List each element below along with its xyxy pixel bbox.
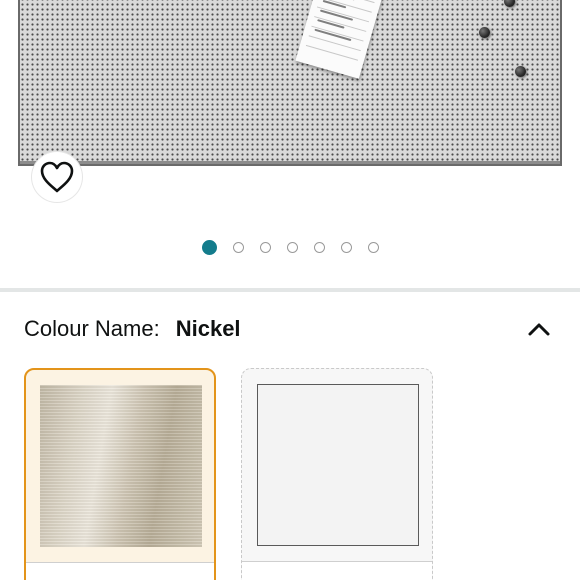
swatch-footer [242,562,432,580]
carousel-dot[interactable] [313,241,325,253]
carousel-dot[interactable] [259,241,271,253]
swatch-image [257,384,419,546]
product-detail-page: Colour Name: Nickel [0,0,580,580]
memo-note [295,0,390,79]
section-divider [0,288,580,292]
product-image-gallery[interactable] [0,0,580,255]
carousel-dot[interactable] [232,241,244,253]
swatch-nickel[interactable] [24,368,216,580]
variation-header: Colour Name: Nickel [24,312,556,346]
chevron-up-icon [528,323,550,336]
carousel-dot[interactable] [367,241,379,253]
magnet [479,27,490,38]
carousel-dot[interactable] [340,241,352,253]
collapse-variations-button[interactable] [522,312,556,346]
swatch-white[interactable] [241,368,433,580]
magnet [515,66,526,77]
image-carousel-indicator [0,237,580,257]
carousel-dot-active[interactable] [201,239,217,255]
board-frame [20,161,560,164]
add-to-wishlist-button[interactable] [32,152,82,202]
variation-label: Colour Name: [24,316,160,341]
swatch-image [40,385,202,547]
swatch-footer [26,563,214,580]
selected-variation-value: Nickel [175,316,241,341]
carousel-dot[interactable] [286,241,298,253]
product-image[interactable] [18,0,562,166]
magnet [504,0,515,7]
heart-outline-icon [40,161,74,193]
